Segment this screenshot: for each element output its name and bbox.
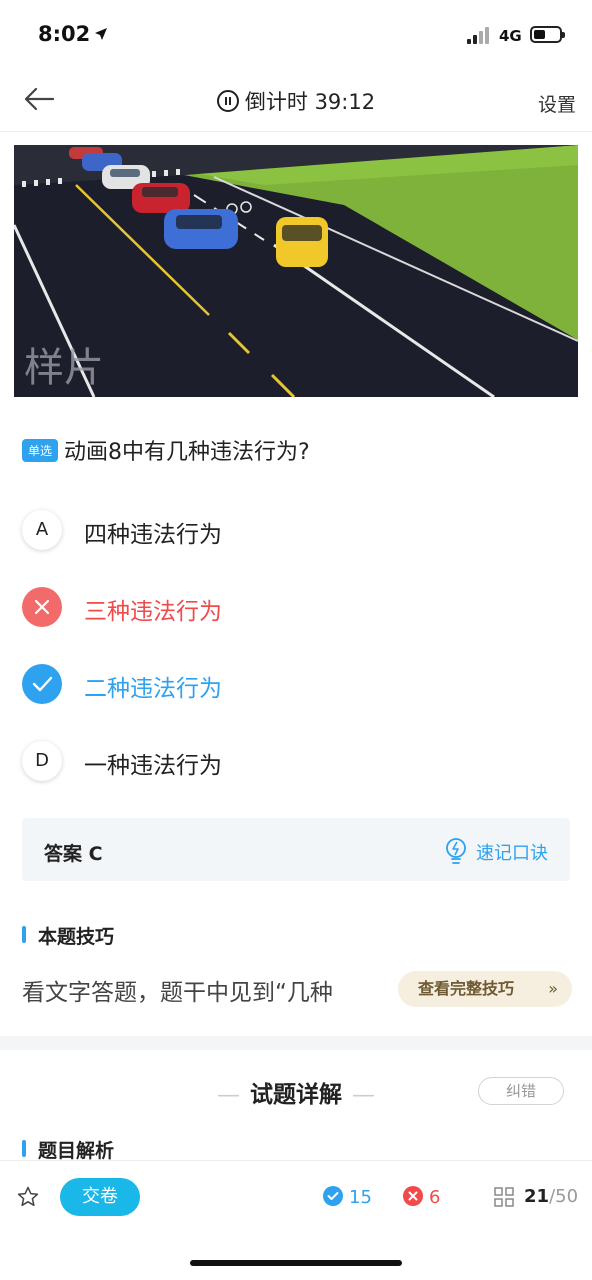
- mnemonic-button[interactable]: 速记口诀: [444, 837, 548, 867]
- option-c[interactable]: 二种违法行为: [22, 662, 572, 706]
- option-b[interactable]: 三种违法行为: [22, 585, 572, 629]
- question-illustration[interactable]: 样片: [14, 145, 578, 397]
- current-question: 21: [524, 1186, 550, 1207]
- detail-title-text: 试题详解: [250, 1082, 342, 1108]
- wrong-count-value: 6: [429, 1187, 441, 1208]
- battery-icon: [530, 26, 565, 43]
- question-progress[interactable]: 21/50: [524, 1186, 578, 1207]
- view-full-tip-label: 查看完整技巧: [418, 979, 515, 998]
- report-error-button[interactable]: 纠错: [478, 1077, 564, 1105]
- favorite-star-icon[interactable]: [16, 1185, 40, 1209]
- submit-exam-button[interactable]: 交卷: [60, 1178, 140, 1216]
- option-b-text: 三种违法行为: [84, 599, 222, 625]
- nav-bar: 倒计时 39:12 设置: [0, 70, 592, 132]
- wrong-mark-icon: [22, 587, 62, 627]
- analysis-heading: 题目解析: [22, 1136, 114, 1163]
- section-divider: [0, 1036, 592, 1050]
- option-a[interactable]: A 四种违法行为: [22, 508, 572, 552]
- tip-heading: 本题技巧: [22, 922, 114, 949]
- option-d-letter: D: [22, 741, 62, 781]
- option-c-text: 二种违法行为: [84, 676, 222, 702]
- location-arrow-icon: [95, 28, 107, 40]
- question-grid-icon[interactable]: [494, 1187, 514, 1207]
- correct-count-value: 15: [349, 1187, 372, 1208]
- double-chevron-icon: »: [548, 979, 558, 998]
- countdown-timer[interactable]: 倒计时 39:12: [0, 86, 592, 116]
- total-questions: /50: [549, 1186, 579, 1207]
- network-type: 4G: [499, 27, 522, 45]
- mnemonic-label: 速记口诀: [476, 843, 548, 864]
- option-a-letter: A: [22, 510, 62, 550]
- question-text: 动画8中有几种违法行为?: [64, 440, 310, 465]
- question-type-tag: 单选: [22, 439, 59, 462]
- watermark-text: 样片: [24, 345, 104, 391]
- correct-count[interactable]: 15: [323, 1186, 372, 1208]
- home-indicator: [190, 1260, 402, 1266]
- status-time: 8:02: [38, 22, 91, 46]
- bottom-bar: 交卷 15 6 21/50: [0, 1160, 592, 1232]
- lightbulb-icon: [446, 838, 466, 864]
- correct-check-icon: [323, 1186, 343, 1206]
- status-bar: 8:02 4G: [0, 0, 592, 70]
- answer-label: 答案 C: [44, 843, 103, 865]
- settings-button[interactable]: 设置: [538, 90, 576, 117]
- option-d[interactable]: D 一种违法行为: [22, 739, 572, 783]
- option-a-text: 四种违法行为: [84, 522, 222, 548]
- correct-check-icon: [22, 664, 62, 704]
- view-full-tip-button[interactable]: 查看完整技巧 »: [398, 971, 572, 1007]
- pause-icon[interactable]: [216, 90, 239, 112]
- wrong-count[interactable]: 6: [403, 1186, 440, 1208]
- cellular-signal-icon: [467, 26, 493, 44]
- option-d-text: 一种违法行为: [84, 753, 222, 779]
- question: 单选 动画8中有几种违法行为?: [22, 434, 572, 466]
- countdown-label: 倒计时 39:12: [244, 90, 376, 114]
- wrong-mark-icon: [403, 1186, 423, 1206]
- answer-box: 答案 C 速记口诀: [22, 818, 570, 881]
